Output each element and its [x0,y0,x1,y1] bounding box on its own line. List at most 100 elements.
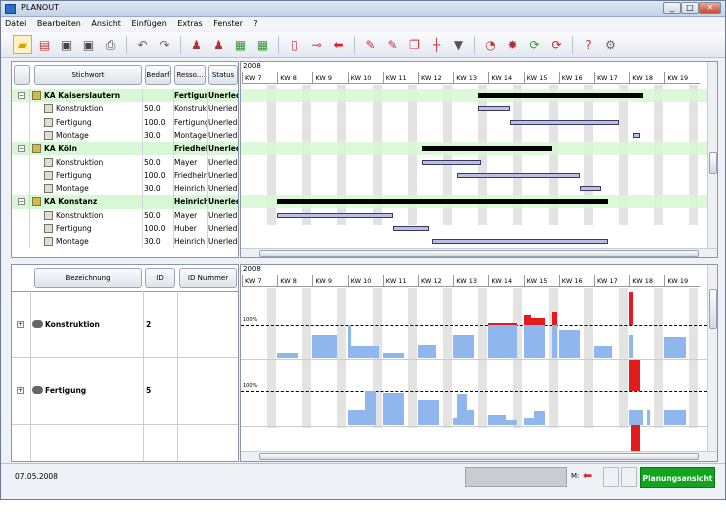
table-row[interactable]: Konstruktion 50.0 Mayer Unerled [12,155,238,169]
planungsansicht-button[interactable]: Planungsansicht [640,467,715,488]
capacity-bar [453,334,475,358]
table-group-row[interactable]: − KA Köln FriedhelrUnerled [12,142,238,156]
capacity-bar [347,409,366,425]
summary-bar[interactable] [477,93,644,98]
column-header-status[interactable]: Status [208,65,238,85]
undo-icon[interactable]: ↶ [133,35,152,54]
column-header-bedarf[interactable]: Bedarf [145,65,171,85]
summary-bar[interactable] [277,199,609,205]
scrollbar-thumb[interactable] [259,453,699,460]
expand-toggle[interactable]: + [17,321,24,328]
toolbar-separator [474,35,475,54]
redo-icon[interactable]: ↷ [155,35,174,54]
capacity-bar [523,418,535,425]
table-row[interactable]: Konstruktion 50.0 Mayer Unerled [12,208,238,222]
table-row[interactable]: Montage 30.0 Heinrich Unerled [12,182,238,196]
refresh-red-icon[interactable]: ⟳ [547,35,566,54]
weekend-shade [267,288,276,428]
task-bar[interactable] [277,212,394,218]
menu-fenster[interactable]: Fenster [209,18,247,28]
refresh-green-icon[interactable]: ⟳ [525,35,544,54]
maximize-button[interactable]: □ [681,2,699,14]
column-header-stichwort[interactable]: Stichwort [34,65,142,85]
weekend-shade [654,288,664,428]
capacity-vertical-scrollbar[interactable] [707,265,717,451]
summary-bar[interactable] [421,146,552,152]
capacity-bar [456,394,468,425]
task-status: Unerled [208,182,238,195]
scrollbar-thumb[interactable] [259,250,699,257]
gantt-vertical-scrollbar[interactable] [707,62,717,248]
person-add-icon[interactable]: ♟ [187,35,206,54]
clock-icon[interactable]: ◔ [481,35,500,54]
table-corner-button[interactable] [14,65,30,85]
resource-row-konstruktion[interactable]: + Konstruktion 2 [12,292,238,358]
table-group-row[interactable]: − KA Kaiserslautern FertigungUnerled [12,89,238,103]
capacity-100-line [241,325,707,326]
table-row[interactable]: Fertigung 100.0 Friedhelr Unerled [12,168,238,182]
task-bar[interactable] [509,119,619,125]
close-button[interactable]: ✕ [699,2,721,14]
table-row[interactable]: Fertigung 100.0 Fertigung Unerled [12,115,238,129]
resource-icon[interactable]: ▦ [231,35,250,54]
task-bar[interactable] [579,186,602,192]
edit-2-icon[interactable]: ✎ [383,35,402,54]
task-bedarf: 100.0 [144,168,174,182]
capacity-horizontal-scrollbar[interactable] [241,451,717,461]
link-icon[interactable]: ⊸ [307,35,326,54]
person-remove-icon[interactable]: ♟ [209,35,228,54]
resource-name: Konstruktion [45,320,100,329]
menu-ansicht[interactable]: Ansicht [87,18,125,28]
menu-extras[interactable]: Extras [173,18,206,28]
task-ressource: Fertigung [174,115,208,129]
week-header: KW 11 [382,275,418,287]
folder-open-icon[interactable]: ▰ [13,35,32,54]
table-row[interactable]: Konstruktion 50.0 Konstruk Unerled [12,102,238,116]
arrow-left-icon: ⬅ [583,469,593,482]
arrow-left-icon[interactable]: ⬅ [329,35,348,54]
resource-2-icon[interactable]: ▦ [253,35,272,54]
collapse-toggle[interactable]: − [18,198,25,206]
minimize-button[interactable]: _ [663,2,681,14]
scrollbar-thumb[interactable] [709,289,717,329]
save-icon[interactable]: ▣ [57,35,76,54]
table-row[interactable]: Fertigung 100.0 Huber Unerled [12,222,238,235]
task-bar[interactable] [393,226,429,231]
print-icon[interactable]: ⎙ [101,35,120,54]
collapse-toggle[interactable]: − [18,145,25,153]
resource-row-fertigung[interactable]: + Fertigung 5 [12,359,238,425]
table-row[interactable]: Montage 30.0 Montage Unerled [12,128,238,142]
gear-red-icon[interactable]: ✹ [503,35,522,54]
columns-icon[interactable]: ┼ [427,35,446,54]
scrollbar-thumb[interactable] [709,152,717,174]
column-header-id-nummer[interactable]: ID Nummer [179,268,237,288]
settings-icon[interactable]: ⚙ [601,35,620,54]
task-bedarf [144,195,174,209]
gantt-horizontal-scrollbar[interactable] [241,248,717,257]
task-bar[interactable] [432,239,609,245]
document-icon[interactable]: ▯ [285,35,304,54]
task-bar[interactable] [477,106,510,112]
table-group-row[interactable]: − KA Konstanz Heinrich Unerled [12,195,239,209]
column-header-id[interactable]: ID [145,268,175,288]
copy-icon[interactable]: ❐ [405,35,424,54]
save-as-icon[interactable]: ▣ [79,35,98,54]
task-bar[interactable] [632,132,640,138]
menu-einfuegen[interactable]: Einfügen [127,18,170,28]
task-bar[interactable] [456,172,580,178]
collapse-toggle[interactable]: − [18,92,25,99]
task-bar[interactable] [421,159,482,165]
column-header-ressource[interactable]: Resso... [174,65,206,85]
help-icon[interactable]: ? [579,35,598,54]
table-row[interactable]: Montage 30.0 Heinrich Unerled [12,235,238,249]
column-header-bezeichnung[interactable]: Bezeichnung [34,268,142,288]
expand-toggle[interactable]: + [17,387,24,394]
new-icon[interactable]: ▤ [35,35,54,54]
menu-bearbeiten[interactable]: Bearbeiten [33,18,85,28]
week-header: KW 15 [523,275,559,287]
menu-help[interactable]: ? [249,18,261,28]
edit-icon[interactable]: ✎ [361,35,380,54]
task-status: Unerled [208,197,239,207]
menu-datei[interactable]: Datei [1,18,30,28]
filter-icon[interactable]: ▼ [449,35,468,54]
